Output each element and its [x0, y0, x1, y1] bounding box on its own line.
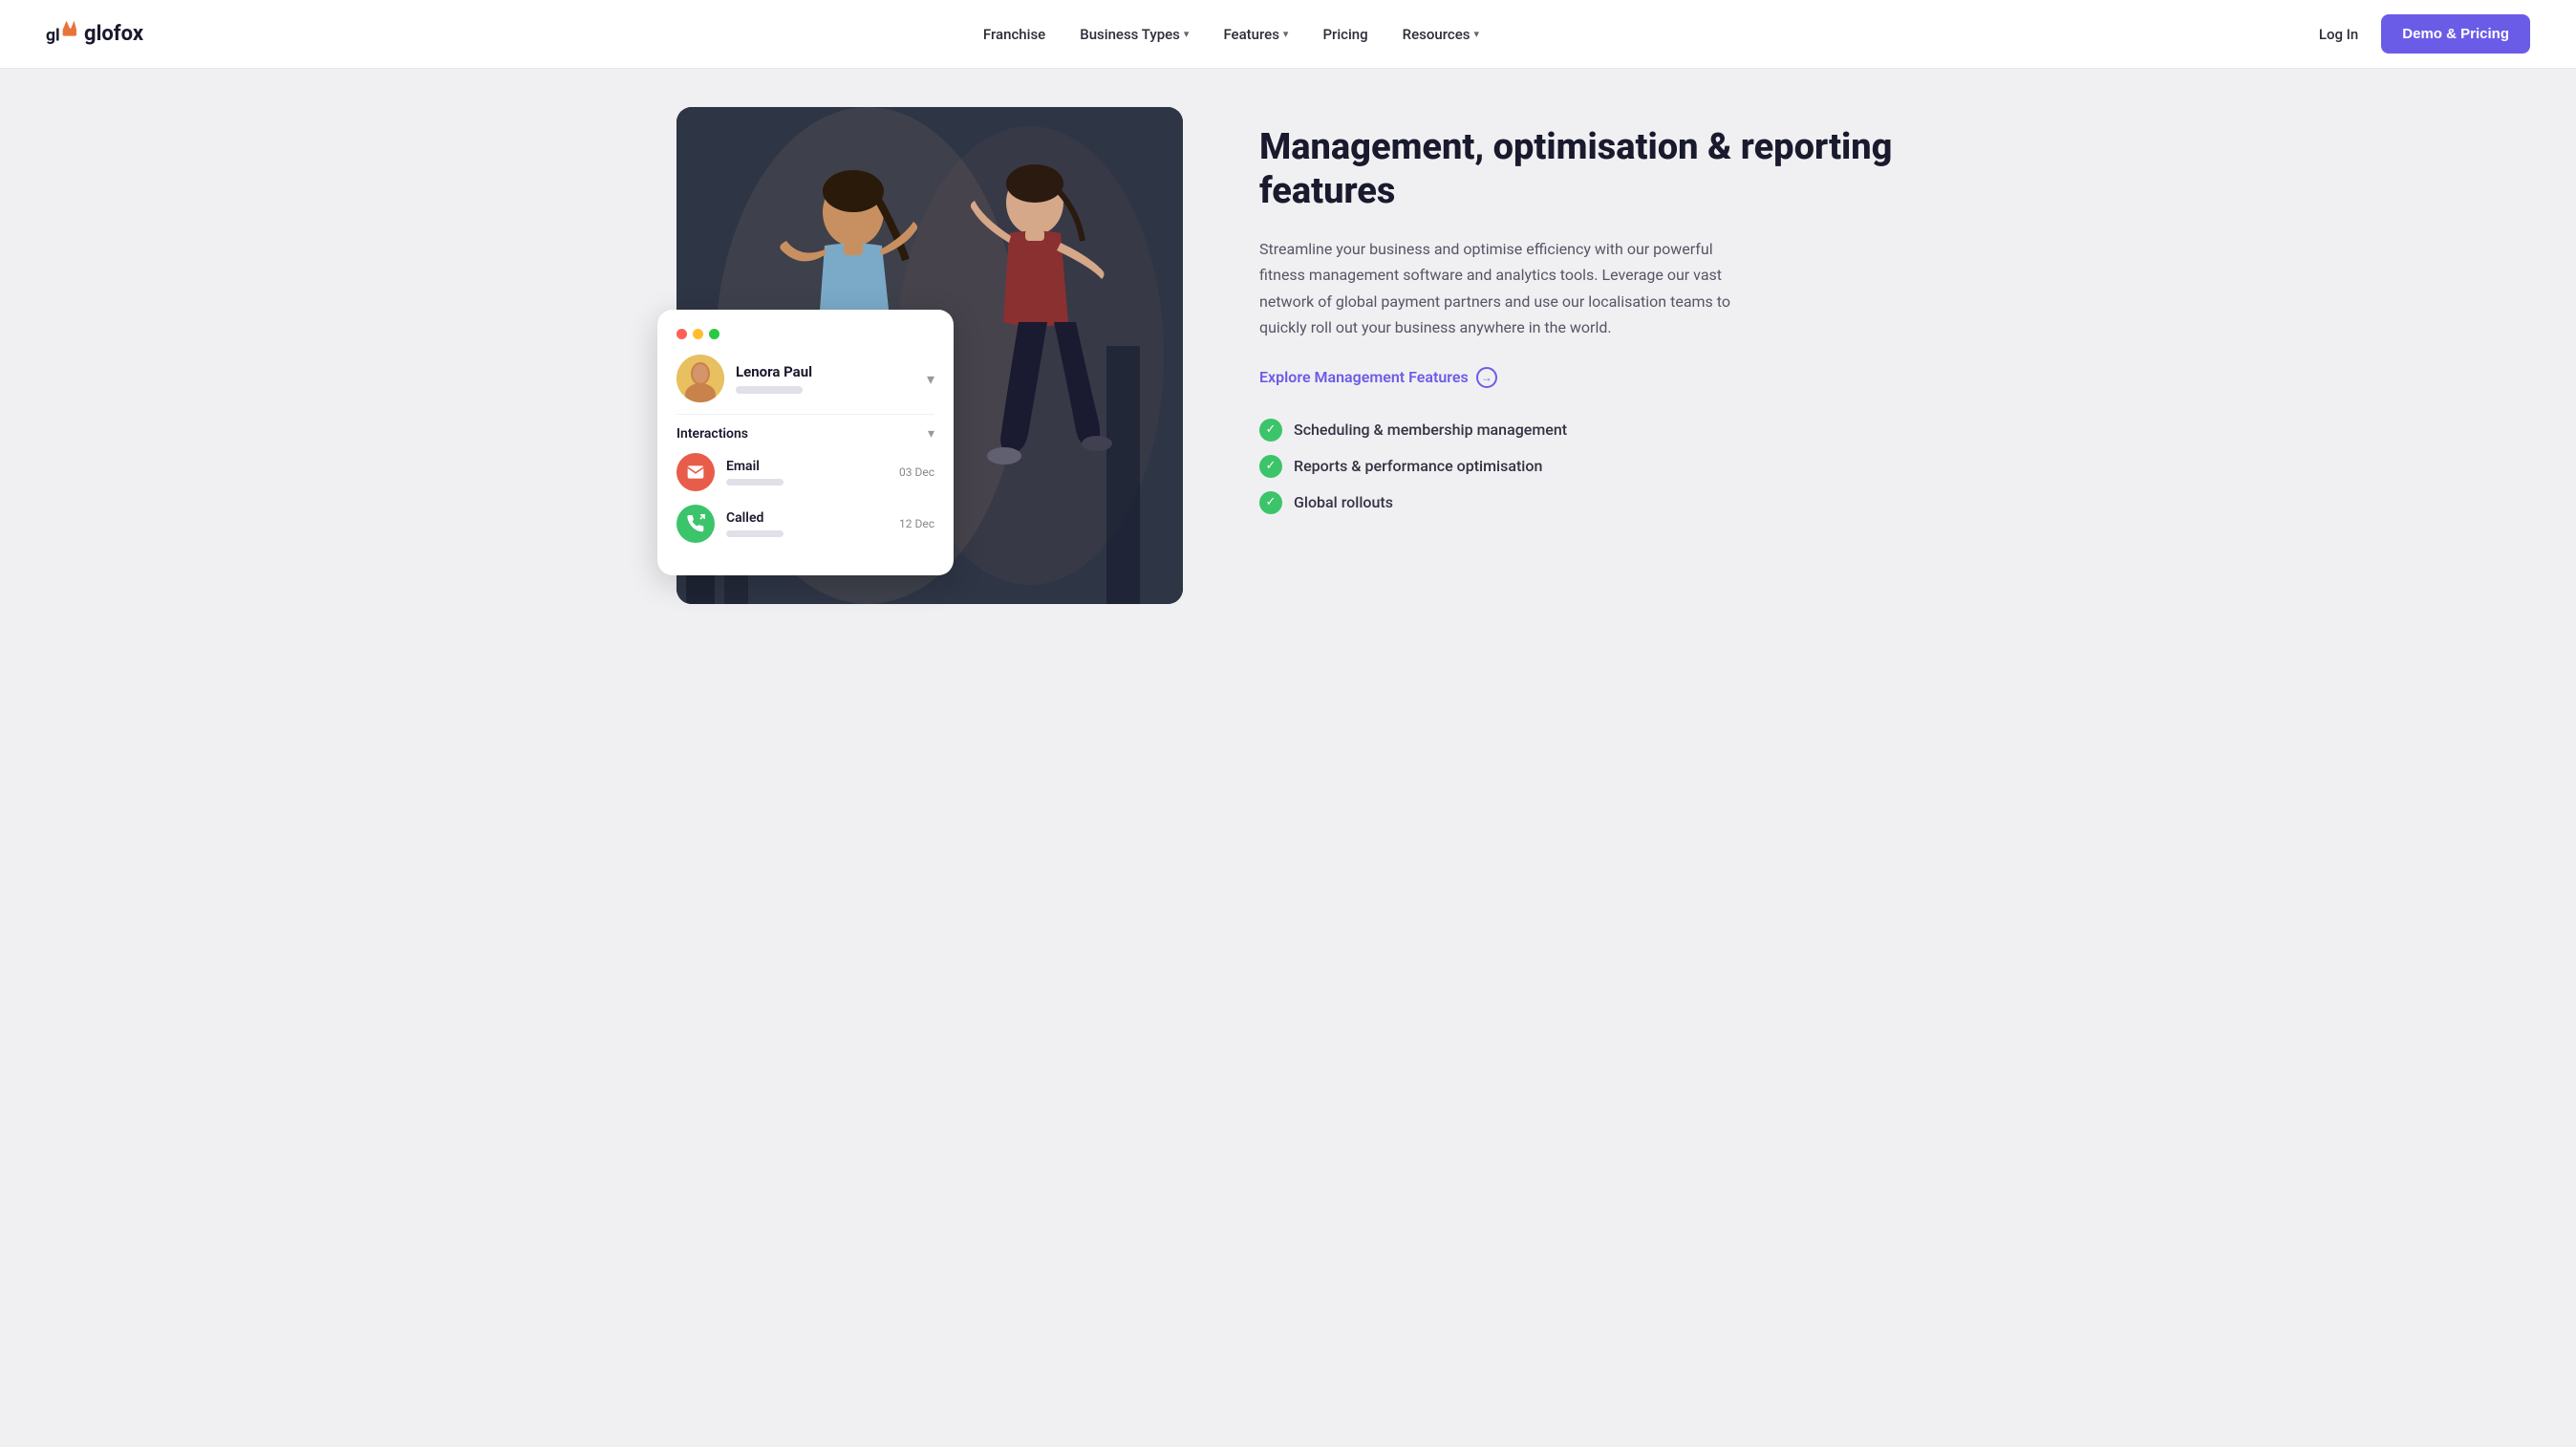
card-user-info: Lenora Paul — [736, 363, 915, 394]
nav-features[interactable]: Features ▾ — [1223, 26, 1288, 43]
email-date: 03 Dec — [899, 465, 934, 479]
interactions-chevron[interactable]: ▾ — [928, 426, 934, 442]
feature-item-2: ✓ Reports & performance optimisation — [1259, 455, 1900, 478]
phone-icon — [686, 514, 705, 533]
features-chevron: ▾ — [1283, 28, 1289, 40]
email-info: Email — [726, 459, 888, 486]
avatar-image — [676, 355, 724, 402]
called-icon-wrap — [676, 505, 715, 543]
email-icon-wrap — [676, 453, 715, 491]
dot-red — [676, 329, 687, 339]
email-interaction: Email 03 Dec — [676, 453, 934, 491]
navbar: gl glofox Franchise Business Types ▾ Fea… — [0, 0, 2576, 69]
card-user-name: Lenora Paul — [736, 363, 915, 380]
check-icon-2: ✓ — [1259, 455, 1282, 478]
called-interaction: Called 12 Dec — [676, 505, 934, 543]
card-user-subtitle — [736, 386, 803, 394]
floating-card: Lenora Paul ▾ Interactions ▾ — [657, 310, 954, 575]
nav-resources[interactable]: Resources ▾ — [1403, 26, 1479, 43]
features-list: ✓ Scheduling & membership management ✓ R… — [1259, 419, 1900, 514]
left-column: Lenora Paul ▾ Interactions ▾ — [676, 107, 1183, 604]
interactions-label: Interactions — [676, 426, 748, 442]
check-icon-1: ✓ — [1259, 419, 1282, 442]
card-divider-1 — [676, 414, 934, 415]
hero-title: Management, optimisation & reporting fea… — [1259, 126, 1900, 213]
resources-chevron: ▾ — [1473, 28, 1479, 40]
login-link[interactable]: Log In — [2319, 26, 2358, 43]
feature-label-3: Global rollouts — [1294, 493, 1393, 511]
logo[interactable]: gl glofox — [46, 19, 143, 50]
nav-business-types[interactable]: Business Types ▾ — [1080, 26, 1189, 43]
card-interactions-header: Interactions ▾ — [676, 426, 934, 442]
card-user-row: Lenora Paul ▾ — [676, 355, 934, 402]
feature-label-2: Reports & performance optimisation — [1294, 457, 1542, 475]
nav-franchise[interactable]: Franchise — [983, 26, 1045, 43]
right-column: Management, optimisation & reporting fea… — [1259, 107, 1900, 604]
business-types-chevron: ▾ — [1184, 28, 1190, 40]
nav-right: Log In Demo & Pricing — [2319, 14, 2530, 54]
feature-item-3: ✓ Global rollouts — [1259, 491, 1900, 514]
main-section: Lenora Paul ▾ Interactions ▾ — [619, 69, 1957, 661]
dot-green — [709, 329, 719, 339]
called-subtitle — [726, 530, 784, 537]
logo-text: glofox — [84, 22, 143, 46]
circle-arrow-icon: → — [1476, 367, 1497, 388]
card-user-chevron[interactable]: ▾ — [927, 370, 934, 388]
explore-link[interactable]: Explore Management Features → — [1259, 367, 1900, 388]
glofox-logo-icon: gl — [46, 19, 76, 50]
check-icon-3: ✓ — [1259, 491, 1282, 514]
explore-link-text: Explore Management Features — [1259, 368, 1469, 386]
dot-yellow — [693, 329, 703, 339]
called-label: Called — [726, 510, 888, 526]
window-dots — [676, 329, 934, 339]
email-label: Email — [726, 459, 888, 474]
demo-pricing-button[interactable]: Demo & Pricing — [2381, 14, 2530, 54]
called-date: 12 Dec — [899, 517, 934, 530]
email-icon — [686, 463, 705, 482]
svg-text:gl: gl — [46, 26, 60, 45]
avatar — [676, 355, 724, 402]
nav-pricing[interactable]: Pricing — [1322, 26, 1367, 43]
hero-description: Streamline your business and optimise ef… — [1259, 236, 1737, 340]
called-info: Called — [726, 510, 888, 537]
feature-label-1: Scheduling & membership management — [1294, 421, 1567, 439]
feature-item-1: ✓ Scheduling & membership management — [1259, 419, 1900, 442]
email-subtitle — [726, 479, 784, 486]
nav-links: Franchise Business Types ▾ Features ▾ Pr… — [983, 26, 1479, 43]
